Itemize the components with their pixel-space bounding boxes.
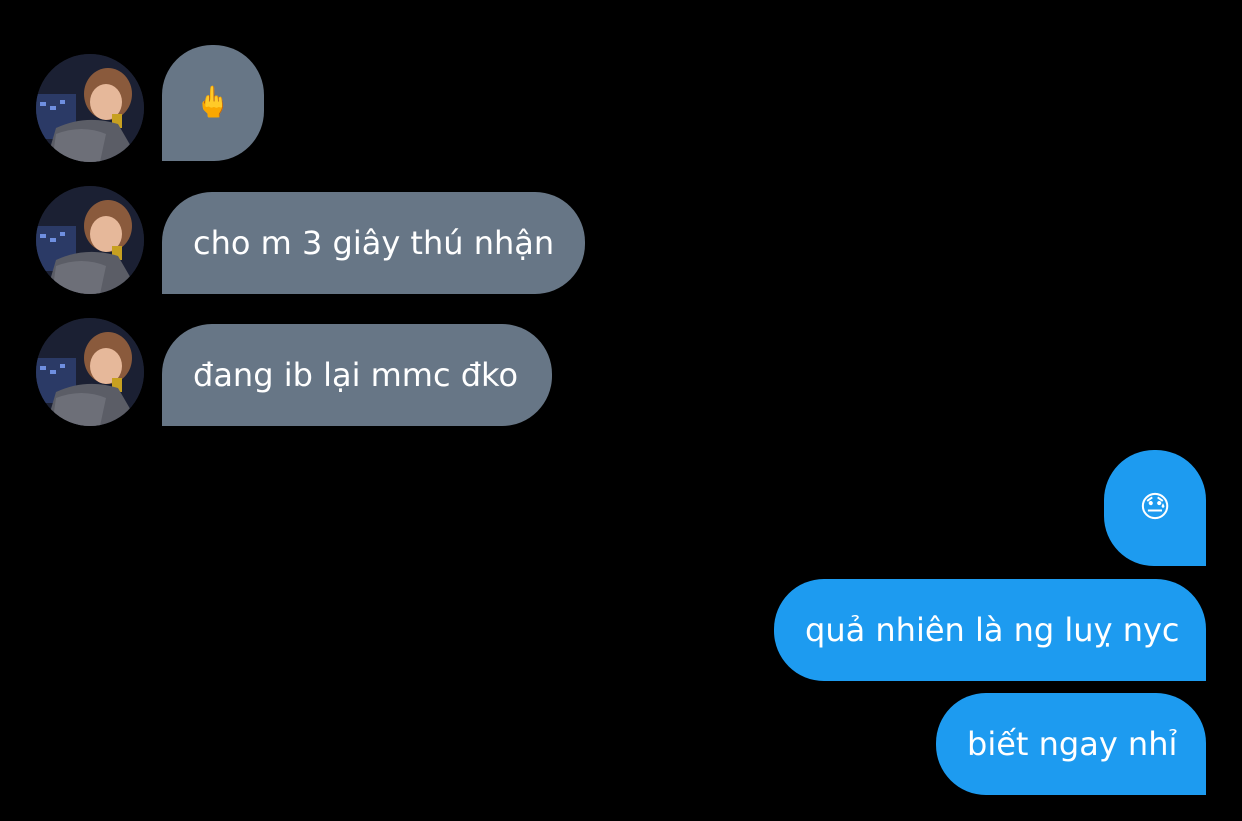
outgoing-message-bubble[interactable]: biết ngay nhỉ [936, 693, 1206, 795]
sender-avatar[interactable] [36, 54, 144, 162]
incoming-message-bubble[interactable]: 🖕 [162, 45, 264, 161]
message-text: đang ib lại mmc đko [193, 356, 519, 394]
avatar-photo [36, 186, 144, 294]
middle-finger-emoji: 🖕 [194, 85, 232, 120]
message-text: biết ngay nhỉ [967, 725, 1178, 763]
sweat-face-emoji: 😓 [1139, 490, 1171, 525]
message-text: cho m 3 giây thú nhận [193, 224, 555, 262]
avatar-photo [36, 318, 144, 426]
sender-avatar[interactable] [36, 186, 144, 294]
message-text: quả nhiên là ng luỵ nyc [805, 611, 1180, 649]
incoming-message-bubble[interactable]: cho m 3 giây thú nhận [162, 192, 585, 294]
avatar-photo [36, 54, 144, 162]
outgoing-message-bubble[interactable]: quả nhiên là ng luỵ nyc [774, 579, 1206, 681]
chat-thread: 🖕 cho m 3 giây thú nhận đang ib lại mmc … [0, 0, 1242, 821]
sender-avatar[interactable] [36, 318, 144, 426]
incoming-message-bubble[interactable]: đang ib lại mmc đko [162, 324, 552, 426]
outgoing-message-bubble[interactable]: 😓 [1104, 450, 1206, 566]
